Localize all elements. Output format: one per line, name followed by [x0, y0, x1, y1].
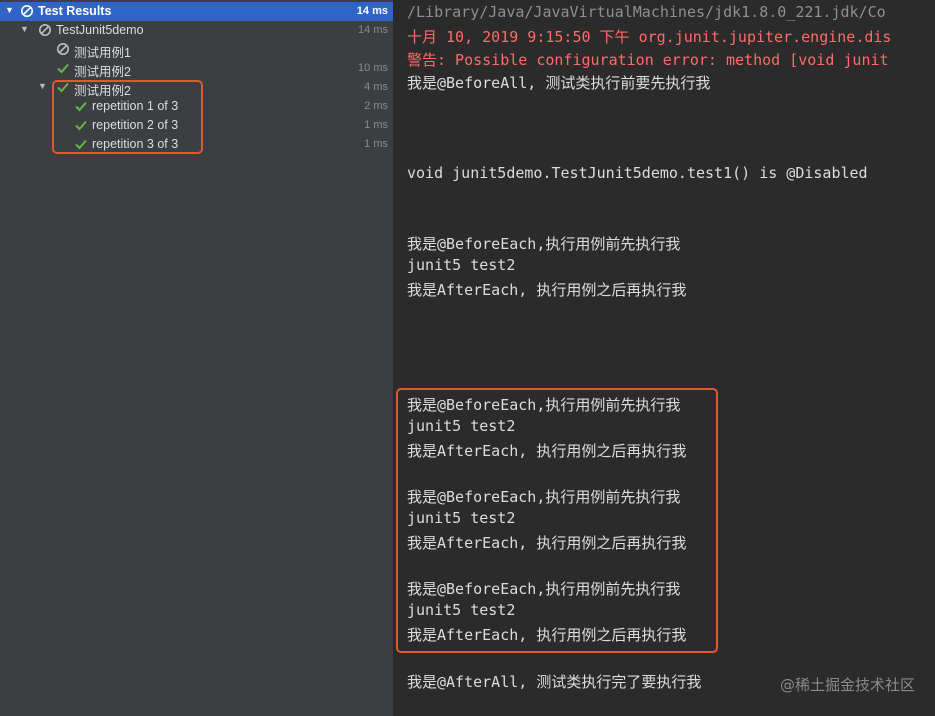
ignored-icon: [39, 24, 51, 36]
watermark: @稀土掘金技术社区: [779, 676, 915, 694]
tree-row-time: 1 ms: [364, 138, 388, 150]
console-line: 我是@AfterAll, 测试类执行完了要执行我: [407, 673, 702, 691]
console-line: /Library/Java/JavaVirtualMachines/jdk1.8…: [407, 3, 886, 21]
console-line: 十月 10, 2019 9:15:50 下午 org.junit.jupiter…: [407, 28, 892, 46]
console-output: /Library/Java/JavaVirtualMachines/jdk1.8…: [394, 0, 935, 716]
tree-row-test-results[interactable]: ▼ Test Results 14 ms: [0, 2, 393, 21]
ignored-icon: [57, 43, 69, 55]
console-line: junit5 test2: [407, 256, 516, 274]
tree-row-test-case-1[interactable]: 测试用例1: [0, 40, 393, 60]
annotation-highlight-box: [396, 388, 718, 653]
tree-row-time: 1 ms: [364, 119, 388, 131]
console-line: 我是@BeforeEach,执行用例前先执行我: [407, 235, 681, 253]
passed-check-icon: [57, 63, 69, 74]
tree-row-label: Test Results: [38, 4, 112, 18]
tree-row-time: 14 ms: [358, 24, 388, 36]
expand-arrow-icon[interactable]: ▼: [20, 24, 29, 34]
ignored-icon: [21, 5, 33, 17]
console-line: 我是AfterEach, 执行用例之后再执行我: [407, 281, 687, 299]
annotation-highlight-box: [52, 80, 203, 154]
expand-arrow-icon[interactable]: ▼: [5, 5, 14, 15]
console-line: 警告: Possible configuration error: method…: [407, 51, 889, 69]
console-line: void junit5demo.TestJunit5demo.test1() i…: [407, 164, 868, 182]
expand-arrow-icon[interactable]: ▼: [38, 81, 47, 91]
tree-row-test-case-2[interactable]: 测试用例2 10 ms: [0, 59, 393, 79]
tree-row-testjunit5demo[interactable]: ▼ TestJunit5demo 14 ms: [0, 21, 393, 40]
console-line: 我是@BeforeAll, 测试类执行前要先执行我: [407, 74, 711, 92]
test-results-tree: ▼ Test Results 14 ms ▼ TestJunit5demo 14…: [0, 0, 393, 716]
tree-row-time: 4 ms: [364, 81, 388, 93]
tree-row-time: 10 ms: [358, 62, 388, 74]
tree-row-time: 2 ms: [364, 100, 388, 112]
tree-row-time: 14 ms: [356, 5, 388, 17]
tree-row-label: TestJunit5demo: [56, 23, 144, 37]
